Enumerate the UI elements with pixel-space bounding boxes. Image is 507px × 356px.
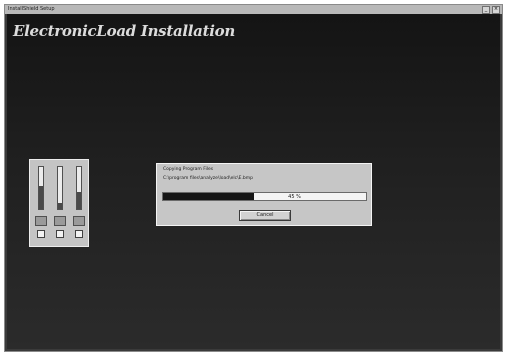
window-controls: _ × — [482, 6, 500, 14]
fader-level — [39, 185, 43, 209]
mute-checkbox[interactable] — [37, 230, 45, 238]
speaker-icon — [35, 216, 47, 226]
window-titlebar[interactable]: InstallShield Setup _ × — [5, 5, 502, 14]
window-title: InstallShield Setup — [8, 6, 55, 12]
volume-fader[interactable] — [38, 166, 44, 210]
mixer-channel — [72, 166, 86, 242]
fader-level — [77, 192, 81, 209]
close-icon[interactable]: × — [492, 6, 500, 14]
speaker-icon — [73, 216, 85, 226]
copy-progress-dialog: Copying Program Files C:\program files\a… — [156, 163, 372, 226]
progress-bar: 45 % — [162, 192, 367, 201]
current-file-path: C:\program files\analyze\load\elc\E.bmp — [163, 176, 253, 181]
installer-window: InstallShield Setup _ × ElectronicLoad I… — [4, 4, 503, 352]
volume-fader[interactable] — [76, 166, 82, 210]
mute-checkbox[interactable] — [56, 230, 64, 238]
status-text: Copying Program Files — [163, 167, 214, 172]
minimize-icon[interactable]: _ — [482, 6, 490, 14]
mute-checkbox[interactable] — [75, 230, 83, 238]
mixer-channel — [53, 166, 67, 242]
volume-mixer-panel — [29, 159, 89, 247]
mixer-channel — [34, 166, 48, 242]
fader-level — [58, 202, 62, 209]
cancel-button[interactable]: Cancel — [239, 210, 291, 221]
volume-fader[interactable] — [57, 166, 63, 210]
progress-percent: 45 % — [288, 194, 301, 200]
speaker-icon — [54, 216, 66, 226]
installer-background: ElectronicLoad Installation Copying Prog… — [7, 14, 500, 349]
installer-title: ElectronicLoad Installation — [13, 22, 235, 40]
